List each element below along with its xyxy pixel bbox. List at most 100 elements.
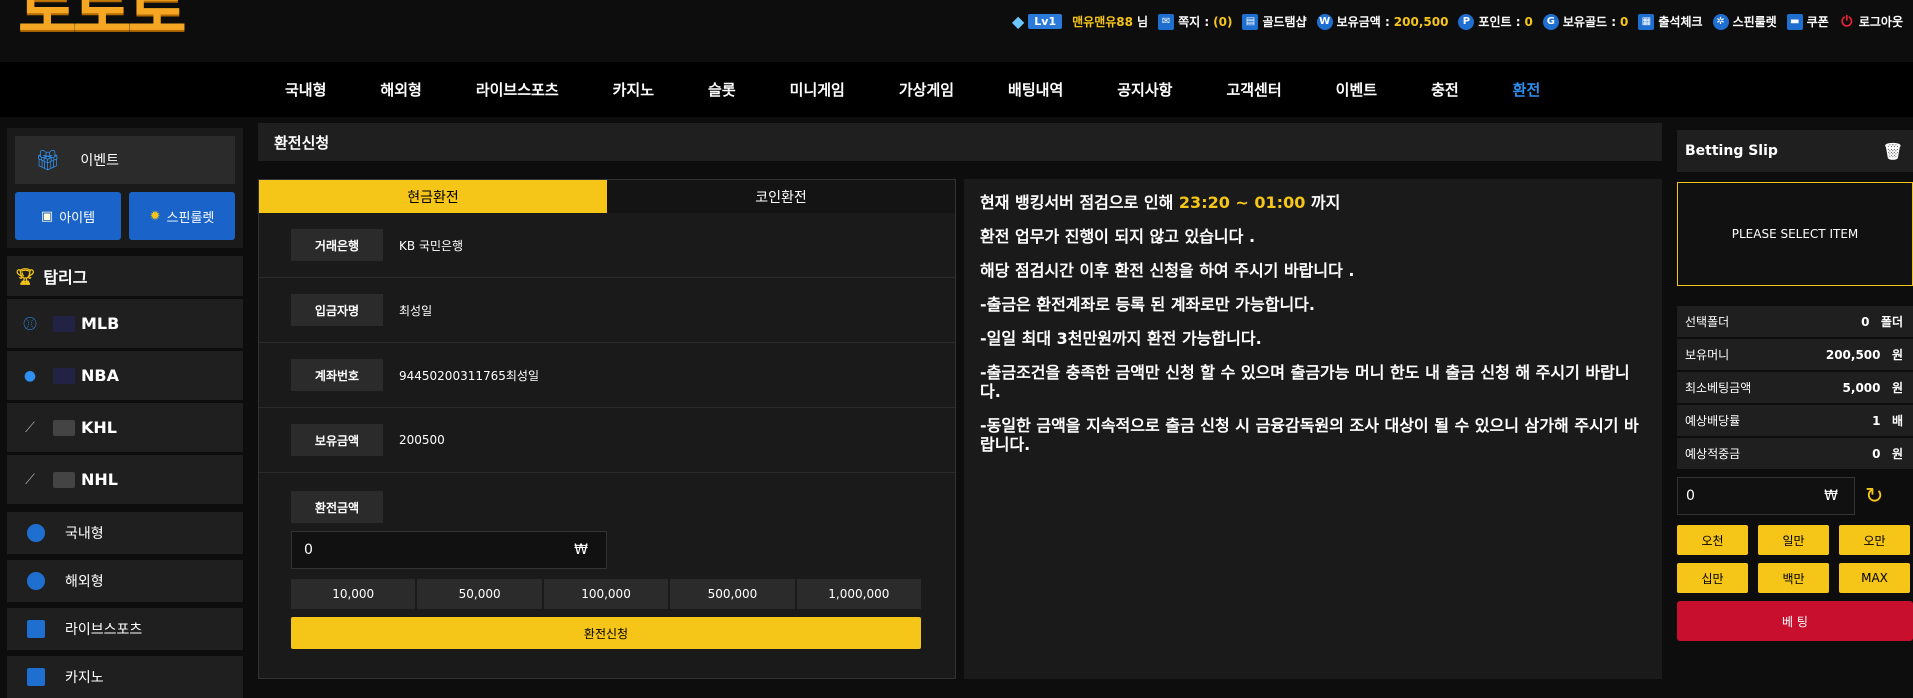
tab-cash-withdraw[interactable]: 현금환전 <box>259 180 607 213</box>
points-value: 0 <box>1524 14 1533 29</box>
currency-symbol: ₩ <box>574 542 588 558</box>
gold-icon: G <box>1542 13 1559 30</box>
notice-line: 현재 뱅킹서버 점검으로 인해 23:20 ~ 01:00 까지 <box>980 193 1646 212</box>
nav-live-sports[interactable]: 라이브스포츠 <box>449 79 586 100</box>
nav-notice[interactable]: 공지사항 <box>1090 79 1199 100</box>
amount-button[interactable]: 백만 <box>1758 563 1829 593</box>
user-bar: ◆ Lv1 맨유맨유88 님 ✉ 쪽지 : (0) ▤ 골드탬샵 W 보유금액 … <box>1012 12 1903 31</box>
notice-line: 환전 업무가 진행이 되지 않고 있습니다 . <box>980 227 1256 246</box>
spin-roulette-link[interactable]: ✲ 스핀룰렛 <box>1712 13 1777 30</box>
roulette-label: 스핀룰렛 <box>166 210 215 226</box>
site-logo[interactable]: 토토로 <box>18 0 187 42</box>
points-icon: P <box>1458 13 1475 30</box>
nav-bet-history[interactable]: 배팅내역 <box>981 79 1090 100</box>
league-mlb[interactable]: ⚾︎ MLB <box>7 298 243 348</box>
withdraw-submit-button[interactable]: 환전신청 <box>291 617 921 649</box>
place-bet-button[interactable]: 베 팅 <box>1677 601 1913 641</box>
summary-value: 200,500 원 <box>1825 348 1903 362</box>
nav-minigame[interactable]: 미니게임 <box>763 79 872 100</box>
withdraw-tabs: 현금환전 코인환전 <box>259 180 955 213</box>
league-name: KHL <box>81 418 117 437</box>
quick-amount-button[interactable]: 100,000 <box>543 579 669 609</box>
summary-row: 예상배당률 1 배 <box>1677 405 1913 436</box>
nav-support[interactable]: 고객센터 <box>1199 79 1308 100</box>
nav-casino[interactable]: 카지노 <box>586 79 681 100</box>
mlb-logo-icon <box>53 315 75 332</box>
event-button[interactable]: 🎁︎ 이벤트 <box>15 136 235 184</box>
balance-label: 보유금액 : <box>1336 15 1390 29</box>
nav-withdraw[interactable]: 환전 <box>1486 79 1568 100</box>
quick-amount-button[interactable]: 1,000,000 <box>796 579 922 609</box>
item-button[interactable]: ▣ 아이템 <box>15 192 121 240</box>
refresh-icon[interactable]: ↻ <box>1865 484 1883 509</box>
league-nba[interactable]: ● NBA <box>7 350 243 400</box>
withdraw-notice: 현재 뱅킹서버 점검으로 인해 23:20 ~ 01:00 까지 환전 업무가 … <box>964 179 1662 679</box>
gold-shop-link[interactable]: ▤ 골드탬샵 <box>1242 13 1307 30</box>
menu-casino[interactable]: 카지노 <box>7 656 243 698</box>
nav-overseas[interactable]: 해외형 <box>353 79 448 100</box>
logout-link[interactable]: ⏻ 로그아웃 <box>1839 13 1903 30</box>
nav-event[interactable]: 이벤트 <box>1309 79 1404 100</box>
max-button[interactable]: MAX <box>1839 563 1910 593</box>
roulette-button[interactable]: ✹ 스핀룰렛 <box>129 192 235 240</box>
field-value: 최성일 <box>399 303 433 318</box>
tab-coin-withdraw[interactable]: 코인환전 <box>607 180 955 213</box>
menu-label: 라이브스포츠 <box>65 622 143 638</box>
quick-amount-button[interactable]: 10,000 <box>291 579 416 609</box>
coupon-label: 쿠폰 <box>1806 15 1829 29</box>
currency-symbol: ₩ <box>1824 488 1838 504</box>
league-name: NBA <box>81 366 119 385</box>
menu-domestic[interactable]: 국내형 <box>7 512 243 554</box>
nav-domestic[interactable]: 국내형 <box>258 79 353 100</box>
nav-slot[interactable]: 슬롯 <box>681 79 763 100</box>
summary-value: 0 폴더 <box>1861 315 1903 329</box>
withdraw-amount-input[interactable]: 0 ₩ <box>291 531 607 569</box>
summary-row: 보유머니 200,500 원 <box>1677 339 1913 370</box>
amount-button[interactable]: 오만 <box>1839 525 1910 555</box>
menu-label: 카지노 <box>65 670 104 686</box>
trash-icon[interactable]: 🗑︎ <box>1883 142 1903 161</box>
notice-line: -출금조건을 충족한 금액만 신청 할 수 있으며 출금가능 머니 한도 내 출… <box>980 363 1630 401</box>
nhl-logo-icon <box>53 471 75 488</box>
points-display: P 포인트 : 0 <box>1458 13 1533 30</box>
amount-section: 환전금액 0 ₩ 10,000 50,000 100,000 500,000 1… <box>259 473 955 649</box>
league-nhl[interactable]: ⟋ NHL <box>7 454 243 504</box>
bet-amount-buttons: 오천 일만 오만 십만 백만 MAX <box>1677 525 1913 593</box>
bet-amount-value: 0 <box>1686 488 1695 504</box>
depositor-row: 입금자명 최성일 <box>259 278 955 343</box>
amount-button[interactable]: 오천 <box>1677 525 1748 555</box>
soccer-icon <box>27 524 45 542</box>
amount-label: 환전금액 <box>291 491 383 523</box>
league-name: MLB <box>81 314 120 333</box>
coupon-icon: ▬ <box>1786 13 1803 30</box>
betslip-title: Betting Slip <box>1685 143 1778 159</box>
bet-amount-input[interactable]: 0 ₩ <box>1677 477 1855 515</box>
menu-label: 국내형 <box>65 526 104 542</box>
menu-live-sports[interactable]: 라이브스포츠 <box>7 608 243 650</box>
messages-link[interactable]: ✉ 쪽지 : (0) <box>1158 13 1232 30</box>
nav-virtual-game[interactable]: 가상게임 <box>872 79 981 100</box>
messages-label: 쪽지 : <box>1178 15 1210 29</box>
quick-amount-buttons: 10,000 50,000 100,000 500,000 1,000,000 <box>291 579 922 609</box>
field-label: 보유금액 <box>291 424 383 456</box>
bet-amount-row: 0 ₩ ↻ <box>1677 477 1913 515</box>
attendance-link[interactable]: ▦ 출석체크 <box>1638 13 1703 30</box>
betslip-summary: 선택폴더 0 폴더 보유머니 200,500 원 최소베팅금액 5,000 원 … <box>1677 306 1913 469</box>
notice-text: 현재 뱅킹서버 점검으로 인해 <box>980 193 1179 212</box>
league-khl[interactable]: ⟋ KHL <box>7 402 243 452</box>
bank-row: 거래은행 KB 국민은행 <box>259 213 955 278</box>
quick-amount-button[interactable]: 50,000 <box>417 579 542 609</box>
coupon-link[interactable]: ▬ 쿠폰 <box>1786 13 1829 30</box>
quick-amount-button[interactable]: 500,000 <box>670 579 795 609</box>
nav-deposit[interactable]: 충전 <box>1404 79 1486 100</box>
diamond-icon: ◆ <box>1011 12 1025 31</box>
amount-button[interactable]: 십만 <box>1677 563 1748 593</box>
summary-row: 선택폴더 0 폴더 <box>1677 306 1913 337</box>
menu-overseas[interactable]: 해외형 <box>7 560 243 602</box>
betslip-empty-text: PLEASE SELECT ITEM <box>1731 227 1859 241</box>
gold-shop-label: 골드탬샵 <box>1262 15 1307 29</box>
username: 맨유맨유88 <box>1072 15 1134 29</box>
amount-button[interactable]: 일만 <box>1758 525 1829 555</box>
field-label: 입금자명 <box>291 294 383 326</box>
summary-label: 예상배당률 <box>1685 414 1741 428</box>
